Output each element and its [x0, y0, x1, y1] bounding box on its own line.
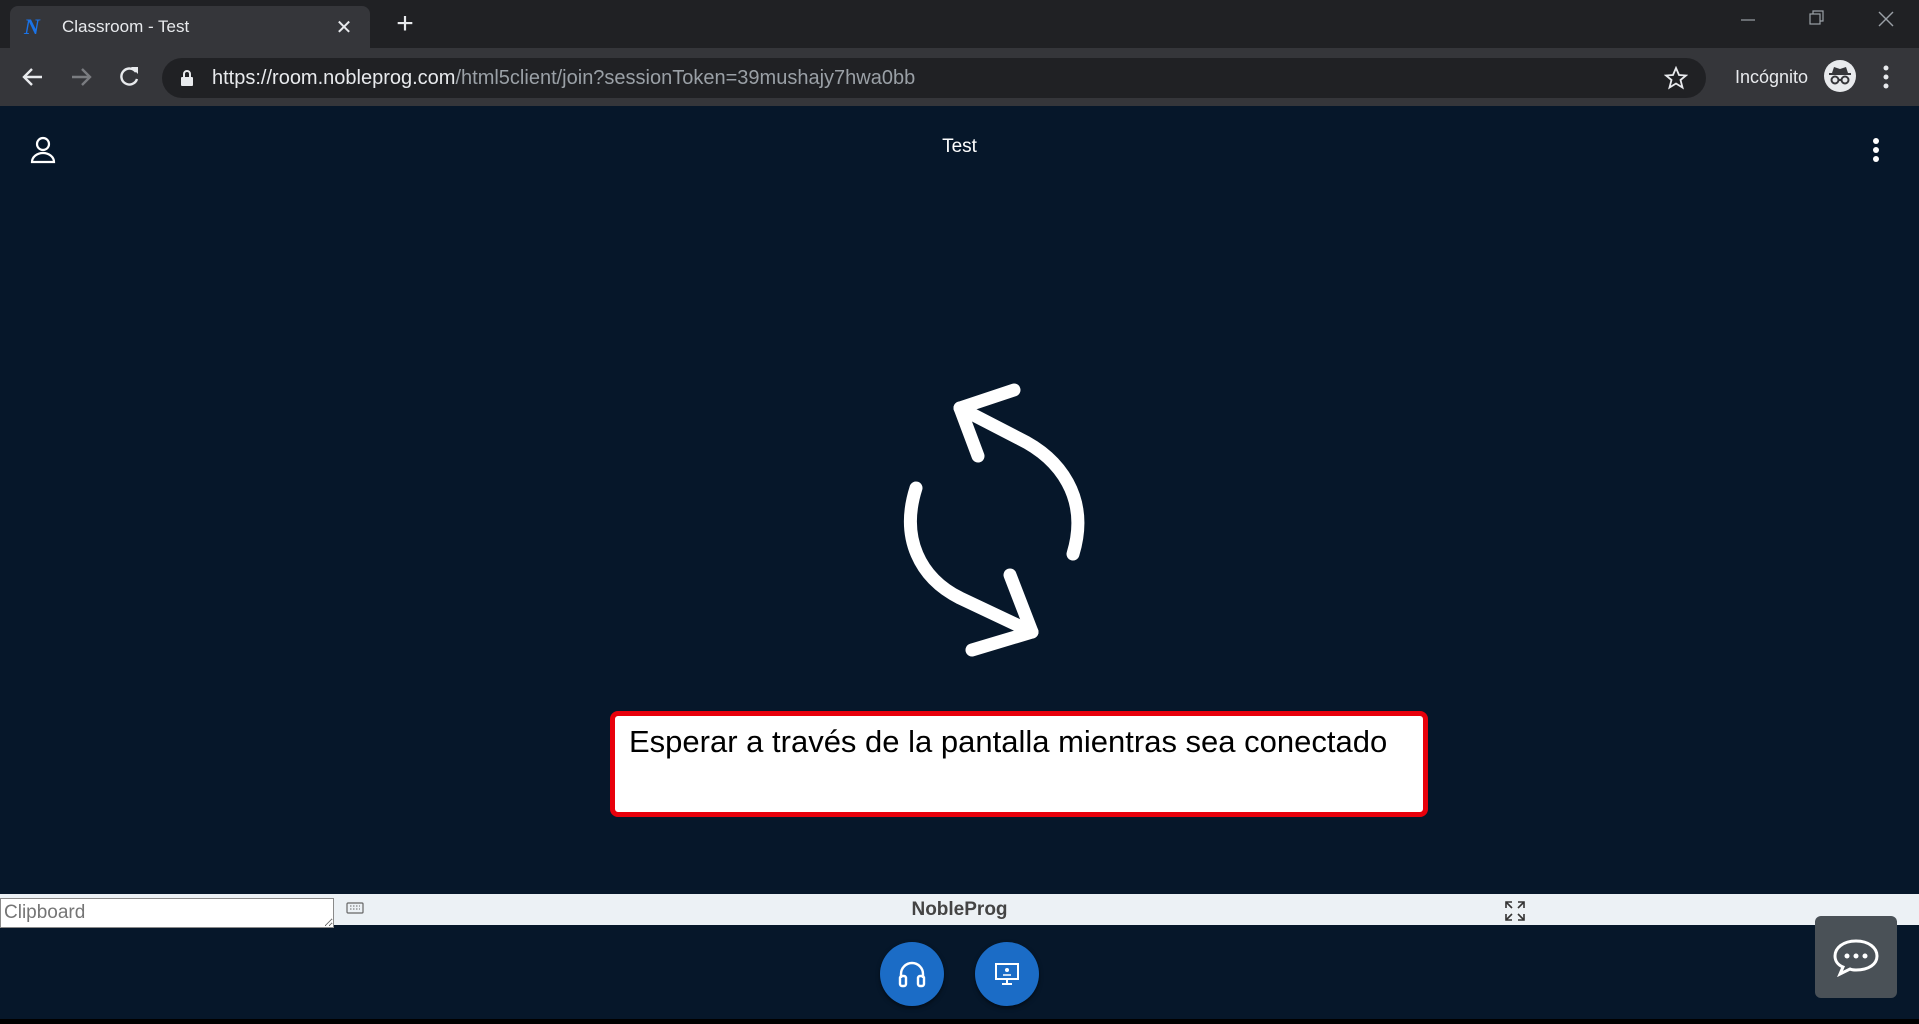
- classroom-app: Test Esperar a través de la pantalla mie…: [0, 106, 1919, 1024]
- address-bar[interactable]: https://room.nobleprog.com/html5client/j…: [162, 58, 1706, 98]
- share-screen-button[interactable]: [975, 942, 1039, 1006]
- browser-tab-bar: N Classroom - Test ✕ +: [0, 0, 1919, 48]
- fullscreen-icon[interactable]: [1504, 900, 1526, 922]
- brand-label: NobleProg: [911, 899, 1008, 920]
- incognito-icon[interactable]: [1824, 60, 1856, 92]
- headphones-icon: [898, 961, 926, 988]
- tab-title: Classroom - Test: [62, 17, 190, 36]
- forward-icon[interactable]: [64, 60, 98, 94]
- back-icon[interactable]: [16, 60, 50, 94]
- new-tab-button[interactable]: +: [390, 9, 420, 40]
- url-path: /html5client/join?sessionToken=39mushajy…: [455, 66, 916, 89]
- instruction-text: Esperar a través de la pantalla mientras…: [629, 724, 1388, 759]
- room-title: Test: [942, 136, 977, 157]
- minimize-icon[interactable]: [1728, 8, 1768, 38]
- options-menu-icon[interactable]: [1866, 136, 1886, 164]
- join-audio-button[interactable]: [880, 942, 944, 1006]
- chat-button[interactable]: [1815, 916, 1897, 998]
- chat-bubble-icon: [1833, 939, 1879, 977]
- tab-close-icon[interactable]: ✕: [332, 15, 356, 40]
- reconnecting-arrows-icon: [904, 383, 1085, 657]
- remote-desktop-bar: NobleProg: [0, 894, 1919, 928]
- instruction-callout: Esperar a través de la pantalla mientras…: [610, 711, 1428, 817]
- url-host: https://room.nobleprog.com: [212, 66, 456, 89]
- presentation-icon: [995, 963, 1019, 985]
- browser-toolbar: https://room.nobleprog.com/html5client/j…: [0, 48, 1919, 106]
- lock-icon: [181, 70, 193, 86]
- reload-icon[interactable]: [112, 60, 146, 94]
- browser-menu-icon[interactable]: [1874, 63, 1898, 91]
- bookmark-star-icon[interactable]: [1664, 66, 1688, 90]
- restore-icon[interactable]: [1796, 8, 1836, 38]
- browser-tab[interactable]: N Classroom - Test ✕: [10, 6, 370, 48]
- url-text: https://room.nobleprog.com/html5client/j…: [212, 67, 915, 90]
- close-window-icon[interactable]: [1866, 8, 1906, 38]
- nobleprog-favicon-icon: N: [24, 14, 40, 39]
- incognito-label: Incógnito: [1735, 67, 1809, 87]
- window-bottom-edge: [0, 1019, 1919, 1024]
